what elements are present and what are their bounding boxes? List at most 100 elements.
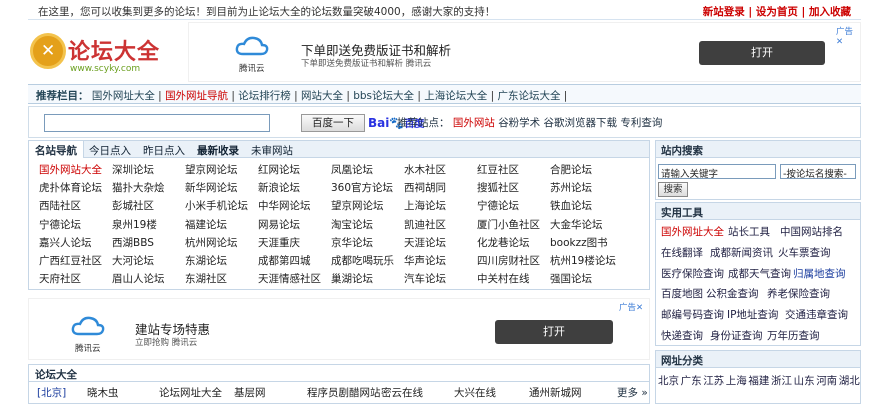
tab-yesterday-clicks[interactable]: 昨日点入 [143,143,185,158]
top-links[interactable]: 新站登录 | 设为首页 | 加入收藏 [703,4,851,19]
rec-site-link[interactable]: 谷歌浏览器下载 [544,117,618,129]
baidu-search-input[interactable] [44,114,270,132]
tool-link[interactable]: 归属地查询 [793,266,846,281]
tool-link[interactable]: 交通违章查询 [785,307,848,322]
rec-site-link[interactable]: 谷粉学术 [498,117,540,129]
recommend-item[interactable]: 论坛排行榜 [238,90,291,102]
tool-link[interactable]: 养老保险查询 [767,286,830,301]
category-link[interactable]: 山东 [794,373,815,388]
nav-site-link[interactable]: 眉山人论坛 [112,271,165,286]
nav-site-link[interactable]: 彭城社区 [112,198,154,213]
category-link[interactable]: 福建 [748,373,769,388]
category-link[interactable]: 北京 [658,373,679,388]
ad-close-icon[interactable]: 广告✕ [836,25,860,47]
nav-site-link[interactable]: 东湖论坛 [185,253,227,268]
nav-site-link[interactable]: 猫扑大杂烩 [112,180,165,195]
tab-latest[interactable]: 最新收录 [197,143,239,158]
nav-site-link[interactable]: 360官方论坛 [331,180,393,195]
nav-site-link[interactable]: 宁德论坛 [39,217,81,232]
nav-site-link[interactable]: 西祠胡同 [404,180,446,195]
nav-site-link[interactable]: 新华网论坛 [185,180,238,195]
nav-site-link[interactable]: 中华网论坛 [258,198,311,213]
recommend-item[interactable]: 国外网址导航 [165,90,228,102]
nav-site-link[interactable]: 福建论坛 [185,217,227,232]
middle-ad[interactable]: 腾讯云 建站专场特惠 立即抢购 腾讯云 打开 广告✕ [28,298,650,360]
category-link[interactable]: 江苏 [703,373,724,388]
tool-link[interactable]: 中国网站排名 [780,224,843,239]
category-link[interactable]: 浙江 [771,373,792,388]
tool-link[interactable]: IP地址查询 [727,307,778,322]
tool-link[interactable]: 站长工具 [728,224,770,239]
nav-site-link[interactable]: 红网论坛 [258,162,300,177]
tool-link[interactable]: 邮编号码查询 [661,307,724,322]
recommend-item[interactable]: 国外网址大全 [92,90,155,102]
tab-famous-sites[interactable]: 名站导航 [29,141,84,158]
nav-site-link[interactable]: 泉州19楼 [112,217,157,232]
nav-site-link[interactable]: 杭州网论坛 [185,235,238,250]
nav-site-link[interactable]: 水木社区 [404,162,446,177]
nav-site-link[interactable]: 合肥论坛 [550,162,592,177]
nav-site-link[interactable]: 望京网论坛 [331,198,384,213]
nav-site-link[interactable]: 成都第四城 [258,253,311,268]
nav-site-link[interactable]: bookzz图书 [550,235,608,250]
tool-link[interactable]: 国外网址大全 [661,224,724,239]
nav-site-link[interactable]: 国外网站大全 [39,162,102,177]
baidu-search-button[interactable]: 百度一下 [301,114,365,132]
tool-link[interactable]: 成都新闻资讯 [710,245,773,260]
nav-site-link[interactable]: 汽车论坛 [404,271,446,286]
nav-site-link[interactable]: 上海论坛 [404,198,446,213]
nav-site-link[interactable]: 宁德论坛 [477,198,519,213]
nav-site-link[interactable]: 红豆社区 [477,162,519,177]
rec-site-link[interactable]: 国外网站 [453,117,495,129]
site-search-input[interactable]: 请输入关键字 [658,164,776,180]
nav-site-link[interactable]: 天涯重庆 [258,235,300,250]
nav-site-link[interactable]: 铁血论坛 [550,198,592,213]
nav-site-link[interactable]: 苏州论坛 [550,180,592,195]
nav-site-link[interactable]: 望京网论坛 [185,162,238,177]
category-link[interactable]: 上海 [726,373,747,388]
forum-link[interactable]: 基层网 [234,385,266,400]
nav-site-link[interactable]: 凤凰论坛 [331,162,373,177]
nav-site-link[interactable]: 巢湖论坛 [331,271,373,286]
site-logo[interactable]: ✕ 论坛大全 www.scyky.com [28,30,188,78]
nav-site-link[interactable]: 厦门小鱼社区 [477,217,540,232]
tab-today-clicks[interactable]: 今日点入 [89,143,131,158]
recommend-item[interactable]: 广东论坛大全 [497,90,560,102]
recommend-item[interactable]: 上海论坛大全 [424,90,487,102]
search-type-select[interactable]: -按论坛名搜索- [780,164,856,179]
tool-link[interactable]: 万年历查询 [767,328,820,343]
rec-site-link[interactable]: 专利查询 [620,117,662,129]
nav-site-link[interactable]: 小米手机论坛 [185,198,248,213]
forum-link[interactable]: 密云在线 [381,385,423,400]
nav-site-link[interactable]: 化龙巷论坛 [477,235,530,250]
ad-open-button[interactable]: 打开 [495,320,613,344]
forum-link[interactable]: 通州新城网 [529,385,582,400]
tool-link[interactable]: 在线翻译 [661,245,703,260]
recommend-item[interactable]: 网站大全 [301,90,343,102]
nav-site-link[interactable]: 华声论坛 [404,253,446,268]
nav-site-link[interactable]: 大河论坛 [112,253,154,268]
nav-site-link[interactable]: 深圳论坛 [112,162,154,177]
category-link[interactable]: 河南 [816,373,837,388]
nav-site-link[interactable]: 天涯情感社区 [258,271,321,286]
nav-site-link[interactable]: 强国论坛 [550,271,592,286]
nav-site-link[interactable]: 虎扑体育论坛 [39,180,102,195]
nav-site-link[interactable]: 东湖社区 [185,271,227,286]
category-link[interactable]: 广东 [681,373,702,388]
nav-site-link[interactable]: 嘉兴人论坛 [39,235,92,250]
nav-site-link[interactable]: 四川房财社区 [477,253,540,268]
nav-site-link[interactable]: 中关村在线 [477,271,530,286]
tab-pending[interactable]: 未审网站 [251,143,293,158]
tool-link[interactable]: 百度地图 [661,286,703,301]
ad-close-icon[interactable]: 广告✕ [619,301,643,313]
tool-link[interactable]: 快递查询 [661,328,703,343]
tool-link[interactable]: 医疗保险查询 [661,266,724,281]
forum-link[interactable]: 晓木虫 [87,385,119,400]
site-search-button[interactable]: 搜索 [658,182,688,197]
nav-site-link[interactable]: 搜狐社区 [477,180,519,195]
tool-link[interactable]: 火车票查询 [778,245,831,260]
category-link[interactable]: 湖北 [839,373,860,388]
nav-site-link[interactable]: 成都吃喝玩乐 [331,253,394,268]
nav-site-link[interactable]: 大金华论坛 [550,217,603,232]
nav-site-link[interactable]: 西陆社区 [39,198,81,213]
